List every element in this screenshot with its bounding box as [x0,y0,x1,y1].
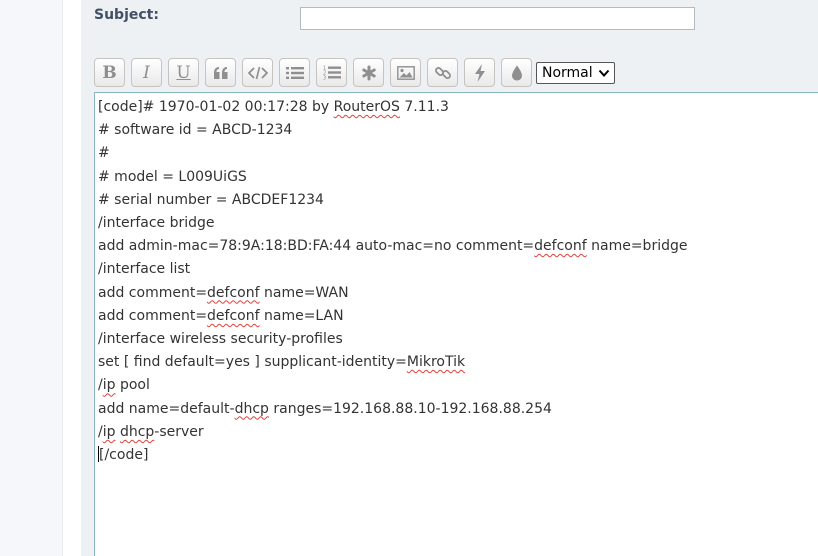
quote-icon [213,66,227,79]
left-divider [62,0,63,556]
misspelled-word: defconf [207,284,260,301]
underline-button[interactable]: U [168,58,199,87]
misspelled-word: MikroTik [406,354,466,371]
italic-button[interactable]: I [131,58,162,87]
code-line: add admin-mac=78:9A:18:BD:FA:44 auto-mac… [98,238,688,255]
message-textarea[interactable]: [code]# 1970-01-02 00:17:28 by RouterOS … [94,92,818,556]
code-line: # serial number = ABCDEF1234 [98,191,324,208]
font-size-value: Normal [542,65,593,81]
code-line: /ip pool [98,377,150,394]
code-line: /interface bridge [98,215,215,232]
post-editor-page: Subject: B I U 1 2 3 Normal [code]# 1970… [0,0,818,556]
code-line: # software id = ABCD-1234 [98,122,293,139]
code-line: set [ find default=yes ] supplicant-iden… [98,354,466,371]
list-item-button[interactable] [353,58,384,87]
quote-button[interactable] [205,58,236,87]
code-line: # model = L009UiGS [98,168,247,185]
underline-icon: U [176,62,191,83]
asterisk-icon [361,65,376,80]
numbered-list-icon: 1 2 3 [323,66,341,81]
italic-icon: I [143,62,150,83]
font-size-select[interactable]: Normal [536,62,615,84]
bold-button[interactable]: B [94,58,125,87]
code-line: /ip dhcp-server [98,423,204,440]
code-line: add comment=defconf name=WAN [98,284,349,301]
flash-button[interactable] [464,58,495,87]
code-line: /interface wireless security-profiles [98,331,343,348]
svg-text:3: 3 [323,76,326,81]
subject-label: Subject: [94,7,159,23]
misspelled-word: ip [102,377,116,394]
misspelled-word: ip [102,423,116,440]
image-icon [396,65,415,80]
subject-input[interactable] [300,7,695,30]
color-icon [511,65,522,80]
link-icon [434,66,451,79]
code-line: [/code] [98,446,149,464]
code-line: [code]# 1970-01-02 00:17:28 by RouterOS … [98,99,449,115]
bold-icon: B [102,62,117,83]
flash-icon [474,63,485,82]
misspelled-word: defconf [534,238,587,255]
misspelled-word: RouterOS [333,99,400,115]
code-line: add comment=defconf name=LAN [98,307,344,324]
code-line: /interface list [98,261,191,278]
list-button[interactable] [279,58,310,87]
code-line: add name=default-dhcp ranges=192.168.88.… [98,400,552,417]
code-line: # [98,145,110,162]
list-icon [285,66,304,79]
misspelled-word: defconf [207,307,260,324]
misspelled-word: dhcp [119,423,155,440]
chevron-down-icon [598,69,610,77]
misspelled-word: dhcp [234,400,269,417]
code-icon [247,66,268,79]
color-button[interactable] [501,58,532,87]
left-gutter [0,0,62,556]
image-button[interactable] [390,58,421,87]
numbered-list-button[interactable]: 1 2 3 [316,58,347,87]
link-button[interactable] [427,58,458,87]
code-button[interactable] [242,58,273,87]
